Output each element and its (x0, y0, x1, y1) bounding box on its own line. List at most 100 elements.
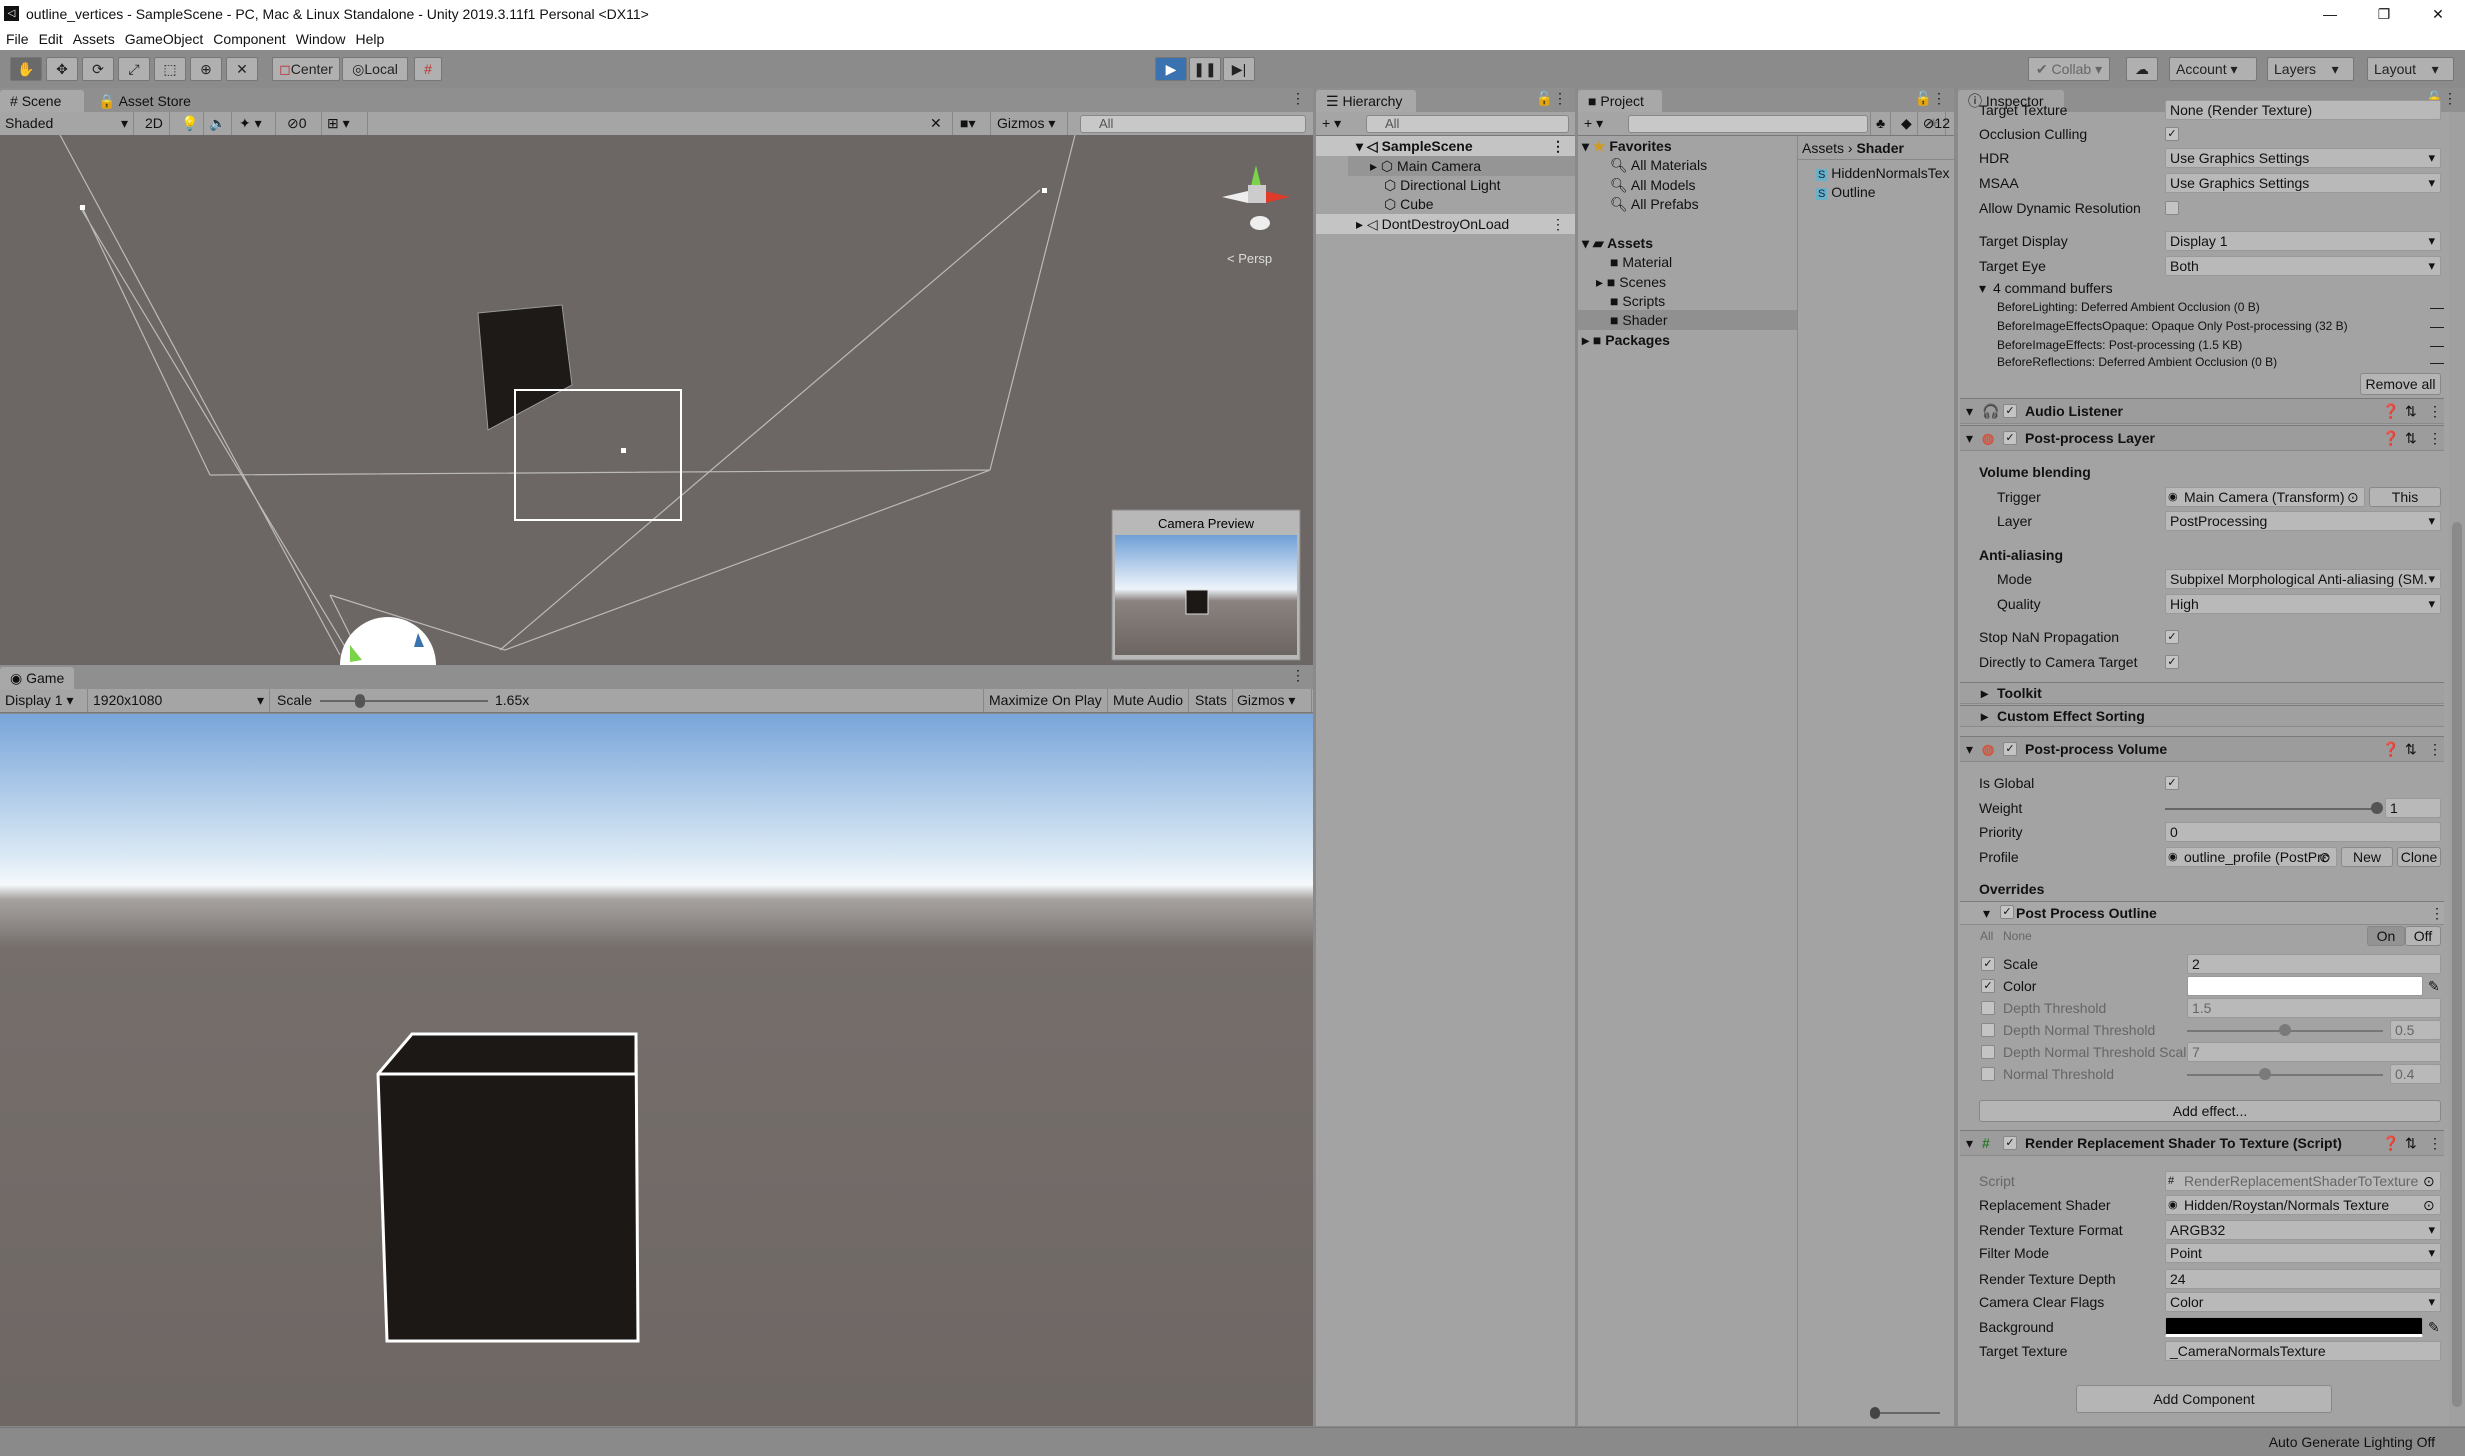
camera-icon[interactable]: ■▾ (955, 112, 991, 135)
foldout-arrow-icon[interactable]: ▾ (1966, 400, 1973, 422)
draw-mode-dropdown[interactable]: Shaded ▾ (0, 112, 134, 135)
weight-slider[interactable] (2165, 808, 2377, 810)
menu-window[interactable]: Window (296, 28, 346, 50)
gizmos-dropdown[interactable]: Gizmos ▾ (992, 112, 1068, 135)
directly-to-camera-target-checkbox[interactable]: ✓ (2165, 655, 2179, 669)
more-icon[interactable]: ⋮ (1932, 90, 1946, 107)
tree-folder[interactable]: ■ Material (1610, 252, 1672, 272)
component-menu-icon[interactable]: ⋮ (2428, 400, 2442, 422)
presets-icon[interactable]: ⇅ (2405, 400, 2417, 422)
tree-packages[interactable]: ▸ ■ Packages (1582, 330, 1670, 350)
asset-file[interactable]: S Outline (1816, 182, 1876, 202)
layers-dropdown[interactable]: Layers ▾ (2267, 57, 2354, 81)
post-process-volume-enabled-checkbox[interactable]: ✓ (2003, 742, 2017, 756)
rotate-tool-icon[interactable]: ⟳ (82, 57, 114, 81)
cloud-icon[interactable]: ☁ (2126, 57, 2158, 81)
pause-button[interactable]: ❚❚ (1189, 57, 1221, 81)
mode-dropdown[interactable]: Subpixel Morphological Anti-aliasing (SM… (2165, 569, 2441, 589)
eyedropper-icon[interactable]: ✎ (2428, 975, 2440, 997)
help-icon[interactable]: ❓ (2382, 427, 2399, 449)
menu-file[interactable]: File (6, 28, 29, 50)
scrollbar-thumb[interactable] (2452, 522, 2462, 1407)
render-texture-format-dropdown[interactable]: ARGB32 (2165, 1220, 2441, 1240)
frustum-handle[interactable] (1042, 188, 1047, 193)
menu-edit[interactable]: Edit (39, 28, 63, 50)
hand-tool-icon[interactable]: ✋ (10, 57, 42, 81)
profile-clone-button[interactable]: Clone (2397, 847, 2441, 867)
depth-normal-threshold-override-checkbox[interactable] (1981, 1023, 1995, 1037)
project-search-input[interactable] (1628, 115, 1868, 133)
mute-audio-toggle[interactable]: Mute Audio (1108, 689, 1190, 712)
foldout-arrow-icon[interactable]: ▾ (1966, 427, 1973, 449)
target-texture-field[interactable]: _CameraNormalsTexture (2165, 1341, 2441, 1361)
priority-field[interactable]: 0 (2165, 822, 2441, 842)
component-menu-icon[interactable]: ⋮ (2428, 738, 2442, 760)
component-menu-icon[interactable]: ⋮ (2428, 1132, 2442, 1154)
trigger-this-button[interactable]: This (2369, 487, 2441, 507)
step-button[interactable]: ▶| (1223, 57, 1255, 81)
help-icon[interactable]: ❓ (2382, 400, 2399, 422)
effect-menu-icon[interactable]: ⋮ (2430, 902, 2444, 924)
transform-tool-icon[interactable]: ⊕ (190, 57, 222, 81)
presets-icon[interactable]: ⇅ (2405, 738, 2417, 760)
quality-dropdown[interactable]: High (2165, 594, 2441, 614)
replacement-shader-object-field[interactable]: Hidden/Roystan/Normals Texture (2165, 1195, 2441, 1215)
stop-nan-propagation-checkbox[interactable]: ✓ (2165, 630, 2179, 644)
tree-folder-selected[interactable]: ■ Shader (1578, 310, 1797, 330)
lighting-icon[interactable]: 💡 (176, 112, 204, 135)
hierarchy-item-dontdestroyonload[interactable]: ▸ ◁ DontDestroyOnLoad ⋮ (1316, 214, 1575, 234)
more-icon[interactable]: ⋮ (1553, 90, 1567, 107)
scale-slider[interactable] (320, 694, 488, 708)
layer-dropdown[interactable]: PostProcessing (2165, 511, 2441, 531)
menu-component[interactable]: Component (213, 28, 285, 50)
hierarchy-item-scene[interactable]: ▾ ◁ SampleScene ⋮ (1316, 136, 1575, 156)
color-override-checkbox[interactable]: ✓ (1981, 979, 1995, 993)
remove-buffer-button[interactable]: — (2430, 351, 2444, 373)
help-icon[interactable]: ❓ (2382, 738, 2399, 760)
scale-field[interactable]: 2 (2187, 954, 2441, 974)
create-button[interactable]: + ▾ (1584, 112, 1603, 135)
scene-view[interactable]: < Persp Camera Preview (0, 135, 1313, 665)
allow-dynamic-resolution-checkbox[interactable] (2165, 201, 2179, 215)
scale-override-checkbox[interactable]: ✓ (1981, 957, 1995, 971)
stats-toggle[interactable]: Stats (1190, 689, 1233, 712)
tree-folder[interactable]: ■ Scripts (1610, 291, 1665, 311)
maximize-button[interactable]: ❐ (2357, 0, 2411, 28)
resolution-dropdown[interactable]: 1920x1080 ▾ (88, 689, 270, 712)
presets-icon[interactable]: ⇅ (2405, 1132, 2417, 1154)
tools-icon[interactable]: ✕ (925, 112, 953, 135)
grid-snap-icon[interactable]: # (414, 57, 442, 81)
msaa-dropdown[interactable]: Use Graphics Settings (2165, 173, 2441, 193)
profile-new-button[interactable]: New (2341, 847, 2393, 867)
target-texture-field[interactable]: None (Render Texture) (2165, 100, 2441, 120)
menu-assets[interactable]: Assets (73, 28, 115, 50)
object-picker-icon[interactable]: ⊙ (2319, 846, 2331, 868)
object-picker-icon[interactable]: ⊙ (2423, 1194, 2435, 1216)
tab-project[interactable]: ■ Project (1578, 90, 1662, 112)
occlusion-culling-checkbox[interactable]: ✓ (2165, 127, 2179, 141)
filter-label-icon[interactable]: ◆ (1896, 112, 1918, 135)
hidden-objects-toggle[interactable]: ⊘0 (282, 112, 322, 135)
game-view[interactable] (0, 714, 1313, 1426)
depth-normal-threshold-value-field[interactable]: 0.5 (2390, 1020, 2441, 1040)
audio-icon[interactable]: 🔈 (204, 112, 232, 135)
camera-clear-flags-dropdown[interactable]: Color (2165, 1292, 2441, 1312)
weight-slider-handle[interactable] (2371, 802, 2383, 814)
add-component-button[interactable]: Add Component (2076, 1385, 2332, 1413)
scene-search-input[interactable]: All (1080, 115, 1306, 133)
layout-dropdown[interactable]: Layout ▾ (2367, 57, 2454, 81)
depth-normal-threshold-scal-override-checkbox[interactable] (1981, 1045, 1995, 1059)
pivot-center-button[interactable]: ◻Center (272, 57, 340, 81)
project-divider[interactable] (1797, 136, 1798, 1426)
lock-icon[interactable]: 🔓 (1536, 90, 1553, 107)
post-process-outline-checkbox[interactable]: ✓ (2000, 905, 2014, 919)
render-replacement-shader-to-texture-script-enabled-checkbox[interactable]: ✓ (2003, 1136, 2017, 1150)
weight-value-field[interactable]: 1 (2385, 798, 2441, 818)
depth-threshold-override-checkbox[interactable] (1981, 1001, 1995, 1015)
more-icon[interactable]: ⋮ (1291, 90, 1305, 107)
all-button[interactable]: All (1980, 925, 1993, 947)
depth-normal-threshold-slider-handle[interactable] (2279, 1024, 2291, 1036)
foldout-arrow-icon[interactable]: ▾ (1966, 1132, 1973, 1154)
color-color-field[interactable] (2187, 976, 2423, 996)
icon-size-slider[interactable] (1870, 1407, 1940, 1419)
